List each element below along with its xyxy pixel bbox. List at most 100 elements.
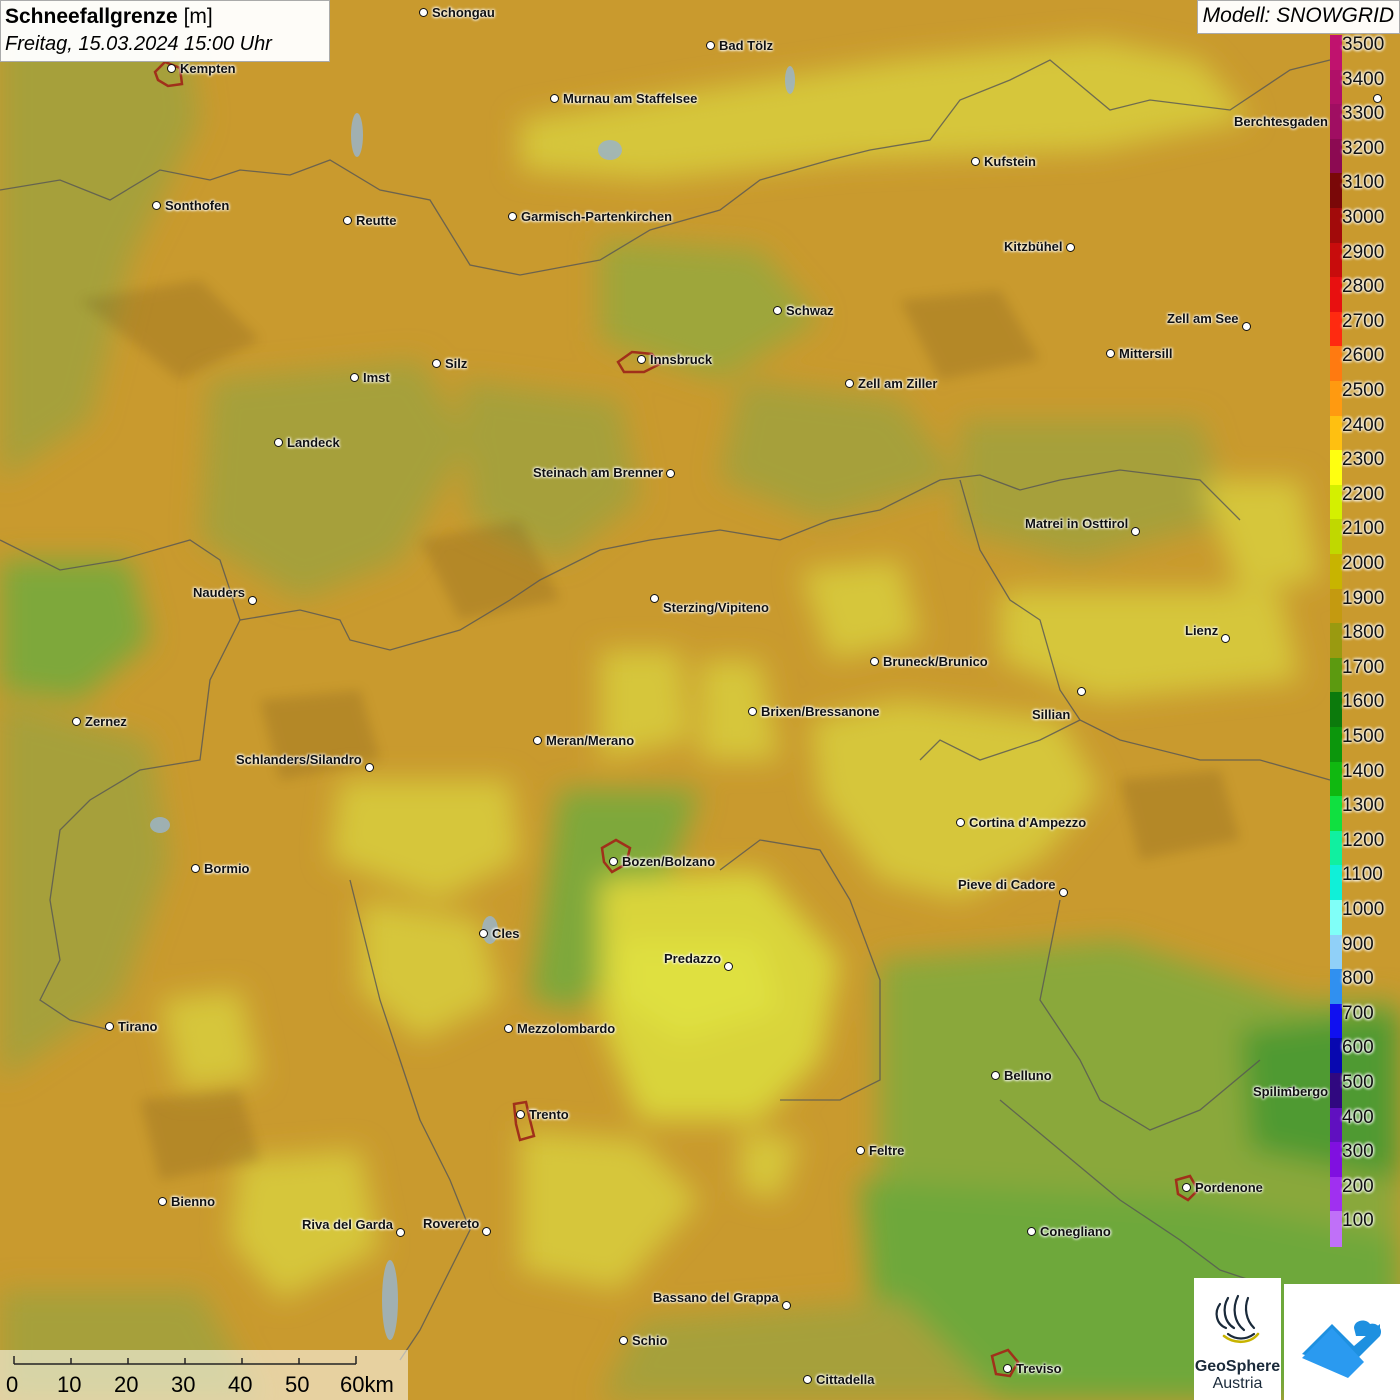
city-marker-bozen-bolzano[interactable] (609, 857, 618, 866)
city-marker-pieve-di-cadore[interactable] (1059, 888, 1068, 897)
city-marker-meran-merano[interactable] (533, 736, 542, 745)
city-marker-mittersill[interactable] (1106, 349, 1115, 358)
legend-label-500: 500 (1342, 1072, 1374, 1093)
city-label-berchtesgaden: Berchtesgaden (1234, 114, 1328, 129)
city-marker-bruneck-brunico[interactable] (870, 657, 879, 666)
city-marker-belluno[interactable] (991, 1071, 1000, 1080)
city-label-bruneck-brunico: Bruneck/Brunico (883, 654, 988, 669)
city-marker-cortina-d-ampezzo[interactable] (956, 818, 965, 827)
city-marker-kempten[interactable] (167, 64, 176, 73)
city-marker-bassano-del-grappa[interactable] (782, 1301, 791, 1310)
city-marker-trento[interactable] (516, 1110, 525, 1119)
city-label-bormio: Bormio (204, 861, 250, 876)
geosphere-logo[interactable]: GeoSphere Austria (1194, 1278, 1281, 1400)
city-marker-sillian[interactable] (1077, 687, 1086, 696)
scale-tick-0: 0 (6, 1372, 19, 1397)
legend-swatch-1800 (1330, 623, 1342, 659)
legend-swatch-3400 (1330, 69, 1342, 106)
map-title-parameter: Schneefallgrenze (5, 5, 178, 28)
city-marker-zell-am-see[interactable] (1242, 322, 1251, 331)
legend-swatch-400 (1330, 1107, 1342, 1144)
city-label-feltre: Feltre (869, 1143, 905, 1158)
legend-swatch-800 (1330, 969, 1342, 1005)
city-marker-mezzolombardo[interactable] (504, 1024, 513, 1033)
city-label-schio: Schio (632, 1333, 668, 1348)
app-logo[interactable] (1284, 1284, 1400, 1400)
map-title-unit: [m] (177, 5, 213, 28)
legend-swatch-1600 (1330, 692, 1342, 728)
legend-swatch-2500 (1330, 381, 1342, 417)
legend-label-1600: 1600 (1342, 691, 1385, 713)
legend-label-1400: 1400 (1342, 760, 1385, 782)
city-marker-cles[interactable] (479, 929, 488, 938)
snowfall-line-map[interactable]: Schongau Bad Tölz Kempten Murnau am Staffel… (0, 0, 1400, 1400)
city-marker-bad-t-lz[interactable] (706, 41, 715, 50)
legend-swatch-700 (1330, 1003, 1342, 1040)
city-label-mezzolombardo: Mezzolombardo (517, 1021, 616, 1036)
city-marker-kufstein[interactable] (971, 157, 980, 166)
legend-label-2000: 2000 (1342, 553, 1385, 574)
city-label-landeck: Landeck (287, 435, 340, 450)
city-label-innsbruck: Innsbruck (650, 352, 713, 367)
legend-label-300: 300 (1342, 1141, 1374, 1163)
city-marker-berchtesgaden[interactable] (1373, 94, 1382, 103)
legend-swatch-1700 (1330, 657, 1342, 694)
city-label-garmisch-partenkirchen: Garmisch-Partenkirchen (521, 209, 673, 224)
city-marker-conegliano[interactable] (1027, 1227, 1036, 1236)
city-marker-innsbruck[interactable] (637, 355, 646, 364)
city-marker-tirano[interactable] (105, 1022, 114, 1031)
city-marker-predazzo[interactable] (724, 962, 733, 971)
city-marker-zell-am-ziller[interactable] (845, 379, 854, 388)
city-marker-imst[interactable] (350, 373, 359, 382)
scale-bar: 0 10 20 30 40 50 60km (0, 1350, 408, 1400)
city-label-bassano-del-grappa: Bassano del Grappa (653, 1290, 779, 1305)
city-marker-pordenone[interactable] (1182, 1183, 1191, 1192)
city-marker-feltre[interactable] (856, 1146, 865, 1155)
legend-label-900: 900 (1342, 933, 1374, 955)
city-marker-schio[interactable] (619, 1336, 628, 1345)
city-marker-kitzb-hel[interactable] (1066, 243, 1075, 252)
city-label-spilimbergo: Spilimbergo (1253, 1084, 1329, 1099)
city-marker-schlanders-silandro[interactable] (365, 763, 374, 772)
city-marker-reutte[interactable] (343, 216, 352, 225)
city-marker-schwaz[interactable] (773, 306, 782, 315)
city-marker-steinach-am-brenner[interactable] (666, 469, 675, 478)
city-marker-brixen-bressanone[interactable] (748, 707, 757, 716)
city-label-sterzing-vipiteno: Sterzing/Vipiteno (663, 600, 769, 615)
city-label-pieve-di-cadore: Pieve di Cadore (958, 877, 1056, 892)
geosphere-emblem-icon (1215, 1294, 1260, 1344)
legend-swatch-2700 (1330, 311, 1342, 348)
scale-tick-60km: 60km (340, 1372, 394, 1397)
city-label-cittadella: Cittadella (816, 1372, 875, 1387)
city-label-sonthofen: Sonthofen (165, 198, 230, 213)
city-marker-schongau[interactable] (419, 8, 428, 17)
city-marker-nauders[interactable] (248, 596, 257, 605)
city-marker-garmisch-partenkirchen[interactable] (508, 212, 517, 221)
city-marker-landeck[interactable] (274, 438, 283, 447)
city-label-conegliano: Conegliano (1040, 1224, 1111, 1239)
legend-label-1200: 1200 (1342, 829, 1385, 851)
city-label-schlanders-silandro: Schlanders/Silandro (236, 752, 362, 767)
color-legend (1330, 35, 1342, 1247)
city-marker-rovereto[interactable] (482, 1227, 491, 1236)
city-label-belluno: Belluno (1004, 1068, 1052, 1083)
city-marker-bormio[interactable] (191, 864, 200, 873)
legend-swatch-2600 (1330, 346, 1342, 382)
city-marker-murnau-am-staffelsee[interactable] (550, 94, 559, 103)
city-marker-sterzing-vipiteno[interactable] (650, 594, 659, 603)
city-marker-matrei-in-osttirol[interactable] (1131, 527, 1140, 536)
legend-label-1800: 1800 (1342, 622, 1385, 644)
city-marker-lienz[interactable] (1221, 634, 1230, 643)
legend-label-2100: 2100 (1342, 518, 1385, 540)
legend-swatch-100 (1330, 1211, 1342, 1247)
city-marker-sonthofen[interactable] (152, 201, 161, 210)
model-label: Modell: SNOWGRID (1196, 0, 1400, 34)
city-marker-silz[interactable] (432, 359, 441, 368)
city-marker-treviso[interactable] (1003, 1364, 1012, 1373)
legend-label-2200: 2200 (1342, 483, 1385, 505)
city-marker-riva-del-garda[interactable] (396, 1228, 405, 1237)
city-marker-bienno[interactable] (158, 1197, 167, 1206)
legend-label-2800: 2800 (1342, 276, 1385, 298)
city-marker-cittadella[interactable] (803, 1375, 812, 1384)
city-marker-zernez[interactable] (72, 717, 81, 726)
